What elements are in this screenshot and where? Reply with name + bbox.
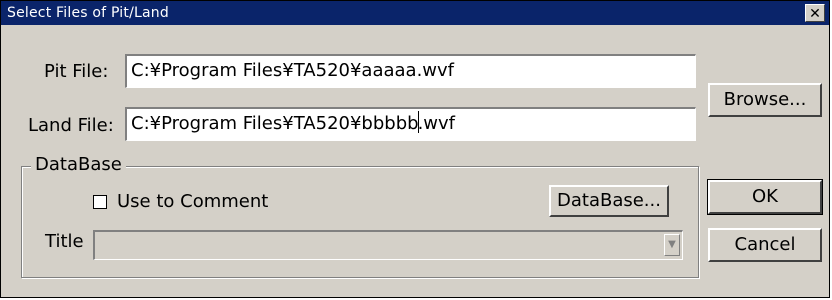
use-to-comment-checkbox[interactable] <box>93 195 107 209</box>
cancel-button[interactable]: Cancel <box>708 228 822 262</box>
database-group-title: DataBase <box>31 154 126 175</box>
land-file-input[interactable]: C:¥Program Files¥TA520¥bbbbb.wvf <box>125 107 696 141</box>
select-files-dialog: Select Files of Pit/Land ✕ Pit File: C:¥… <box>0 0 830 298</box>
browse-button[interactable]: Browse... <box>708 83 822 117</box>
title-label: Title <box>45 231 84 252</box>
ok-button[interactable]: OK <box>707 179 823 215</box>
title-bar[interactable]: Select Files of Pit/Land ✕ <box>1 1 829 25</box>
database-groupbox <box>21 166 699 278</box>
dropdown-arrow-icon[interactable]: ▼ <box>664 234 680 256</box>
title-combobox[interactable]: ▼ <box>93 230 683 260</box>
pit-file-input[interactable]: C:¥Program Files¥TA520¥aaaaa.wvf <box>125 54 696 88</box>
window-title: Select Files of Pit/Land <box>7 5 169 21</box>
land-file-value-start: C:¥Program Files¥TA520¥bbbbb <box>131 113 419 134</box>
land-file-value-end: .wvf <box>417 113 455 134</box>
use-to-comment-label[interactable]: Use to Comment <box>117 191 268 212</box>
close-icon[interactable]: ✕ <box>805 4 825 22</box>
database-button[interactable]: DataBase... <box>549 185 669 217</box>
land-file-label: Land File: <box>28 115 114 136</box>
pit-file-label: Pit File: <box>44 61 109 82</box>
